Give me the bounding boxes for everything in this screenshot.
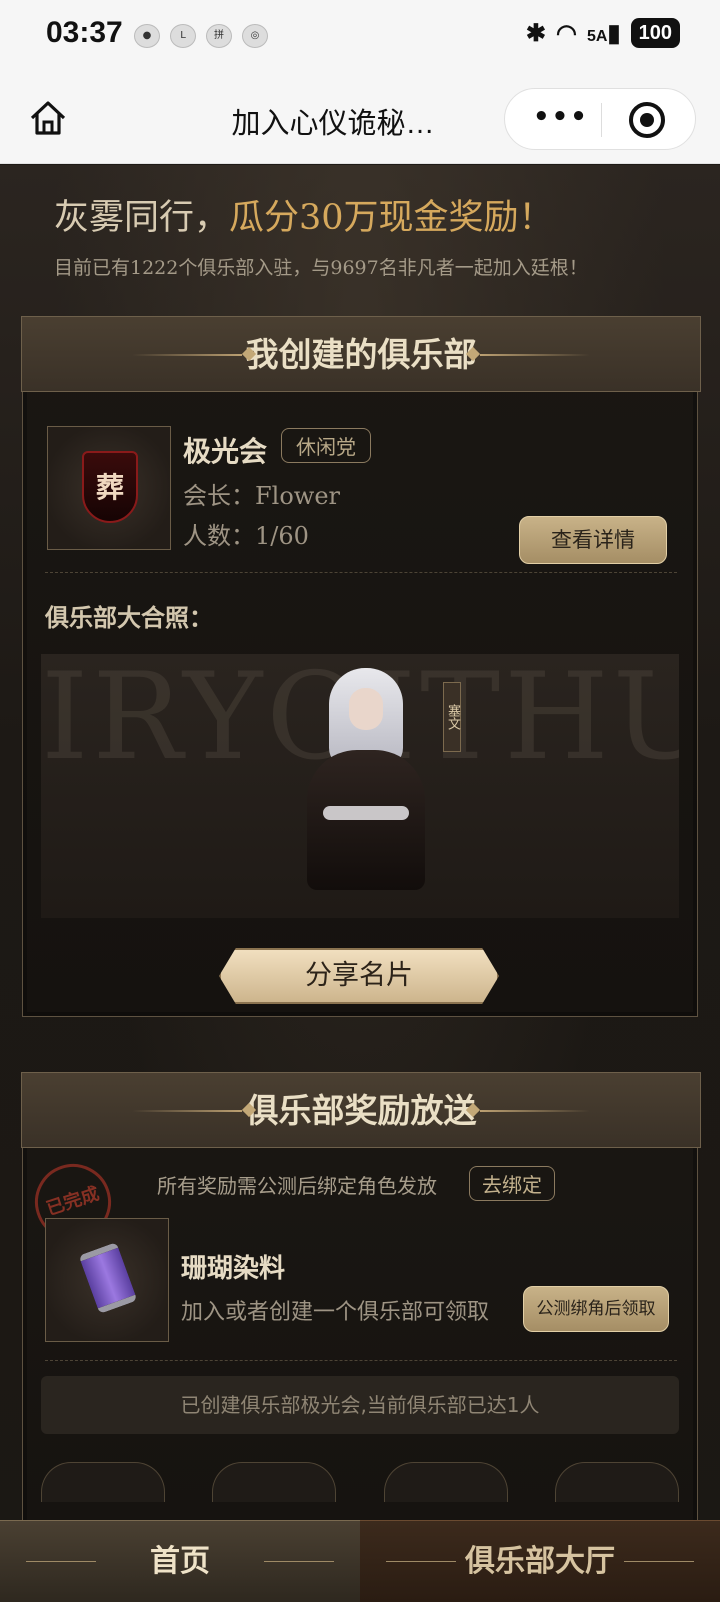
compass-icon: ◎ <box>242 24 268 48</box>
hero-subtitle: 目前已有1222个俱乐部入驻，与9697名非凡者一起加入廷根！ <box>54 257 588 279</box>
ghost-icon: ● <box>134 24 160 48</box>
my-club-header: 我创建的俱乐部 <box>21 316 701 392</box>
club-emblem: 葬 <box>47 426 171 550</box>
divider <box>45 572 677 573</box>
reward-card-peek[interactable] <box>383 1462 508 1502</box>
reward-note: 所有奖励需公测后绑定角色发放 <box>157 1174 437 1198</box>
bottom-tab-bar: 首页 俱乐部大厅 <box>0 1520 720 1602</box>
pin-icon: 拼 <box>206 24 232 48</box>
clock: 03:37 <box>46 16 123 49</box>
ornament-line-right <box>480 1110 590 1112</box>
section-title: 俱乐部奖励放送 <box>245 1091 477 1130</box>
status-bar: 03:37 ● L 拼 ◎ ✱ ◠ 5A▮ 100 <box>0 0 720 72</box>
more-reward-cards <box>41 1462 679 1502</box>
character-name-tag: 塞文 <box>443 682 461 752</box>
character-gloves <box>323 806 409 820</box>
club-status-box: 已创建俱乐部极光会,当前俱乐部已达1人 <box>41 1376 679 1434</box>
network-type: 5A <box>586 27 608 45</box>
tab-ornament-left <box>386 1561 456 1562</box>
ornament-line-right <box>480 354 590 356</box>
tab-home-label: 首页 <box>150 1544 210 1579</box>
mini-program-capsule: ••• <box>504 88 696 150</box>
tab-club-hall-label: 俱乐部大厅 <box>465 1544 615 1579</box>
group-photo: IRYOITHU 塞文 <box>41 654 679 918</box>
hero-title-main: 灰雾同行， <box>54 198 230 238</box>
character-figure <box>301 666 431 890</box>
tab-ornament-right <box>624 1561 694 1562</box>
tab-club-hall[interactable]: 俱乐部大厅 <box>360 1520 720 1602</box>
club-leader: 会长：Flower <box>183 482 340 510</box>
my-club-panel: 我创建的俱乐部 葬 极光会 休闲党 会长：Flower 人数：1/60 查看详情… <box>21 316 701 1017</box>
claim-button[interactable]: 公测绑角后领取 <box>523 1286 669 1332</box>
nav-bar: 加入心仪诡秘… ••• <box>0 72 720 164</box>
hero-title: 灰雾同行，瓜分30万现金奖励！ <box>54 189 554 240</box>
bluetooth-icon: ✱ <box>525 19 546 47</box>
view-details-button[interactable]: 查看详情 <box>519 516 667 564</box>
character-dress <box>307 750 425 890</box>
notification-icons: ● L 拼 ◎ <box>134 24 268 48</box>
tab-ornament-right <box>264 1561 334 1562</box>
system-indicators: ✱ ◠ 5A▮ 100 <box>526 18 680 48</box>
ornament-line-left <box>132 354 242 356</box>
dye-spool-icon <box>78 1242 138 1314</box>
reward-item-icon-frame <box>45 1218 169 1342</box>
club-tag: 休闲党 <box>281 428 371 463</box>
more-menu-icon[interactable]: ••• <box>533 104 589 130</box>
ornament-line-left <box>132 1110 242 1112</box>
signal-icon: 5A▮ <box>586 19 621 47</box>
divider <box>45 1360 677 1361</box>
share-card-button[interactable]: 分享名片 <box>219 948 499 1004</box>
reward-name: 珊瑚染料 <box>181 1254 286 1284</box>
reward-card-peek[interactable] <box>212 1462 337 1502</box>
wifi-icon: ◠ <box>556 19 577 47</box>
reward-card-peek[interactable] <box>41 1462 165 1502</box>
club-name: 极光会 <box>183 435 268 468</box>
club-shield-icon: 葬 <box>82 451 138 523</box>
tab-ornament-left <box>26 1561 96 1562</box>
page-content: 灰雾同行，瓜分30万现金奖励！ 目前已有1222个俱乐部入驻，与9697名非凡者… <box>0 165 720 1602</box>
bind-button[interactable]: 去绑定 <box>469 1166 555 1201</box>
reward-card-peek[interactable] <box>554 1462 679 1502</box>
tab-home[interactable]: 首页 <box>0 1520 360 1602</box>
club-member-count: 人数：1/60 <box>183 522 309 550</box>
character-face <box>349 688 383 730</box>
battery-icon: 100 <box>630 18 680 48</box>
hero-title-highlight: 瓜分30万现金奖励！ <box>229 198 554 238</box>
reward-description: 加入或者创建一个俱乐部可领取 <box>181 1300 490 1325</box>
close-target-icon[interactable] <box>629 102 665 138</box>
lulu-icon: L <box>170 24 196 48</box>
group-photo-label: 俱乐部大合照： <box>45 604 213 632</box>
section-title: 我创建的俱乐部 <box>245 335 477 374</box>
rewards-header: 俱乐部奖励放送 <box>21 1072 701 1148</box>
capsule-divider <box>601 103 602 137</box>
